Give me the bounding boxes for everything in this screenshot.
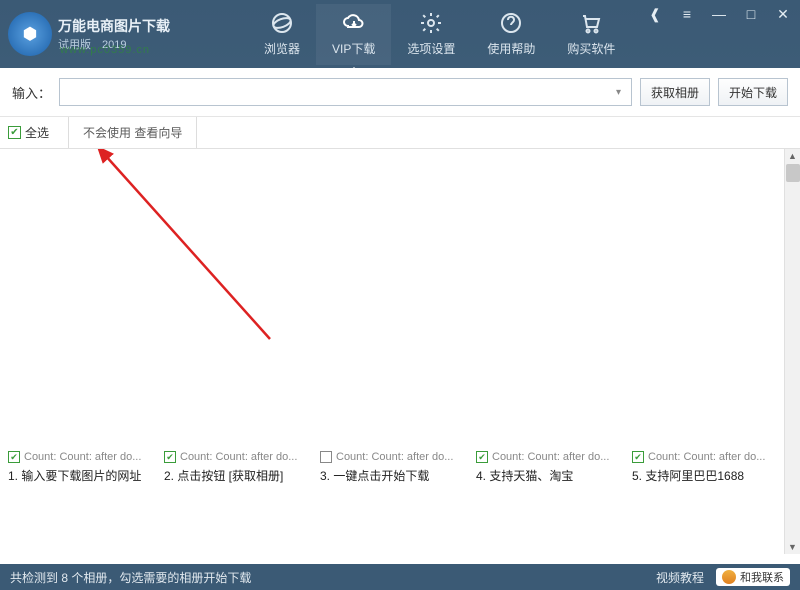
- nav-settings[interactable]: 选项设置: [391, 4, 471, 65]
- app-title: 万能电商图片下载: [58, 16, 170, 36]
- checkbox-icon[interactable]: ✔: [632, 451, 644, 463]
- thumb-meta: Count: Count: after do...: [492, 451, 609, 463]
- album-thumbnails: ✔ Count: Count: after do... 1. 输入要下载图片的网址…: [8, 451, 780, 484]
- nav-help[interactable]: 使用帮助: [471, 4, 551, 65]
- status-text: 共检测到 8 个相册，勾选需要的相册开始下载: [10, 569, 251, 586]
- thumb-meta: Count: Count: after do...: [180, 451, 297, 463]
- thumb-caption: 4. 支持天猫、淘宝: [476, 467, 624, 484]
- thumb-meta: Count: Count: after do...: [648, 451, 765, 463]
- album-item[interactable]: ✔ Count: Count: after do... 1. 输入要下载图片的网址: [8, 451, 156, 484]
- thumb-meta: Count: Count: after do...: [336, 451, 453, 463]
- checkbox-icon[interactable]: ✔: [476, 451, 488, 463]
- status-bar: 共检测到 8 个相册，勾选需要的相册开始下载 视频教程 和我联系: [0, 564, 800, 590]
- thumb-meta: Count: Count: after do...: [24, 451, 141, 463]
- content-area: ✔ Count: Count: after do... 1. 输入要下载图片的网址…: [0, 149, 800, 554]
- close-button[interactable]: ✕: [774, 6, 792, 23]
- scroll-thumb[interactable]: [786, 164, 800, 182]
- checkbox-icon[interactable]: ✔: [8, 451, 20, 463]
- nav-label: VIP下载: [332, 40, 375, 57]
- nav-vip-download[interactable]: VIP下载: [316, 4, 391, 65]
- url-input[interactable]: [66, 85, 612, 100]
- input-bar: 输入： ▾ 获取相册 开始下载: [0, 68, 800, 117]
- input-label: 输入：: [12, 83, 51, 102]
- main-nav: 浏览器 VIP下载 选项设置 使用帮助 购买软件: [248, 4, 631, 65]
- scroll-up-icon[interactable]: ▲: [785, 149, 800, 163]
- album-item[interactable]: ✔ Count: Count: after do... 5. 支持阿里巴巴1688: [632, 451, 780, 484]
- logo-area: ⬢ 万能电商图片下载 试用版 2019 www.pc0359.cn: [8, 12, 238, 56]
- share-icon[interactable]: ❰: [646, 6, 664, 23]
- nav-label: 选项设置: [407, 40, 455, 57]
- cloud-download-icon: [341, 10, 367, 36]
- checkmark-icon: ✔: [8, 126, 21, 139]
- nav-label: 购买软件: [567, 40, 615, 57]
- contact-button[interactable]: 和我联系: [716, 568, 790, 586]
- select-all-label: 全选: [25, 124, 49, 141]
- scroll-down-icon[interactable]: ▼: [785, 540, 800, 554]
- url-input-container: ▾: [59, 78, 632, 106]
- maximize-button[interactable]: □: [742, 6, 760, 23]
- guide-link[interactable]: 不会使用 查看向导: [68, 117, 197, 148]
- annotation-arrow: [90, 149, 310, 349]
- ie-icon: [269, 10, 295, 36]
- thumb-caption: 5. 支持阿里巴巴1688: [632, 467, 780, 484]
- minimize-button[interactable]: —: [710, 6, 728, 23]
- title-bar: ⬢ 万能电商图片下载 试用版 2019 www.pc0359.cn 浏览器 VI…: [0, 0, 800, 68]
- start-download-button[interactable]: 开始下载: [718, 78, 788, 106]
- gear-icon: [418, 10, 444, 36]
- chevron-down-icon[interactable]: ▾: [612, 87, 625, 98]
- tutorial-link[interactable]: 视频教程: [656, 569, 704, 586]
- nav-browser[interactable]: 浏览器: [248, 4, 316, 65]
- select-all-checkbox[interactable]: ✔ 全选: [8, 124, 68, 141]
- thumb-caption: 3. 一键点击开始下载: [320, 467, 468, 484]
- menu-icon[interactable]: ≡: [678, 6, 696, 23]
- vertical-scrollbar[interactable]: ▲ ▼: [784, 149, 800, 554]
- contact-label: 和我联系: [740, 569, 784, 585]
- fetch-album-button[interactable]: 获取相册: [640, 78, 710, 106]
- contact-icon: [722, 570, 736, 584]
- window-controls: ❰ ≡ — □ ✕: [646, 6, 792, 23]
- nav-label: 使用帮助: [487, 40, 535, 57]
- secondary-toolbar: ✔ 全选 不会使用 查看向导: [0, 117, 800, 149]
- thumb-caption: 1. 输入要下载图片的网址: [8, 467, 156, 484]
- checkbox-icon[interactable]: ✔: [320, 451, 332, 463]
- album-item[interactable]: ✔ Count: Count: after do... 3. 一键点击开始下载: [320, 451, 468, 484]
- app-logo-icon: ⬢: [8, 12, 52, 56]
- watermark-text: www.pc0359.cn: [60, 44, 150, 56]
- help-icon: [498, 10, 524, 36]
- nav-buy[interactable]: 购买软件: [551, 4, 631, 65]
- thumb-caption: 2. 点击按钮 [获取相册]: [164, 467, 312, 484]
- nav-label: 浏览器: [264, 40, 300, 57]
- album-item[interactable]: ✔ Count: Count: after do... 2. 点击按钮 [获取相册…: [164, 451, 312, 484]
- checkbox-icon[interactable]: ✔: [164, 451, 176, 463]
- album-item[interactable]: ✔ Count: Count: after do... 4. 支持天猫、淘宝: [476, 451, 624, 484]
- cart-icon: [578, 10, 604, 36]
